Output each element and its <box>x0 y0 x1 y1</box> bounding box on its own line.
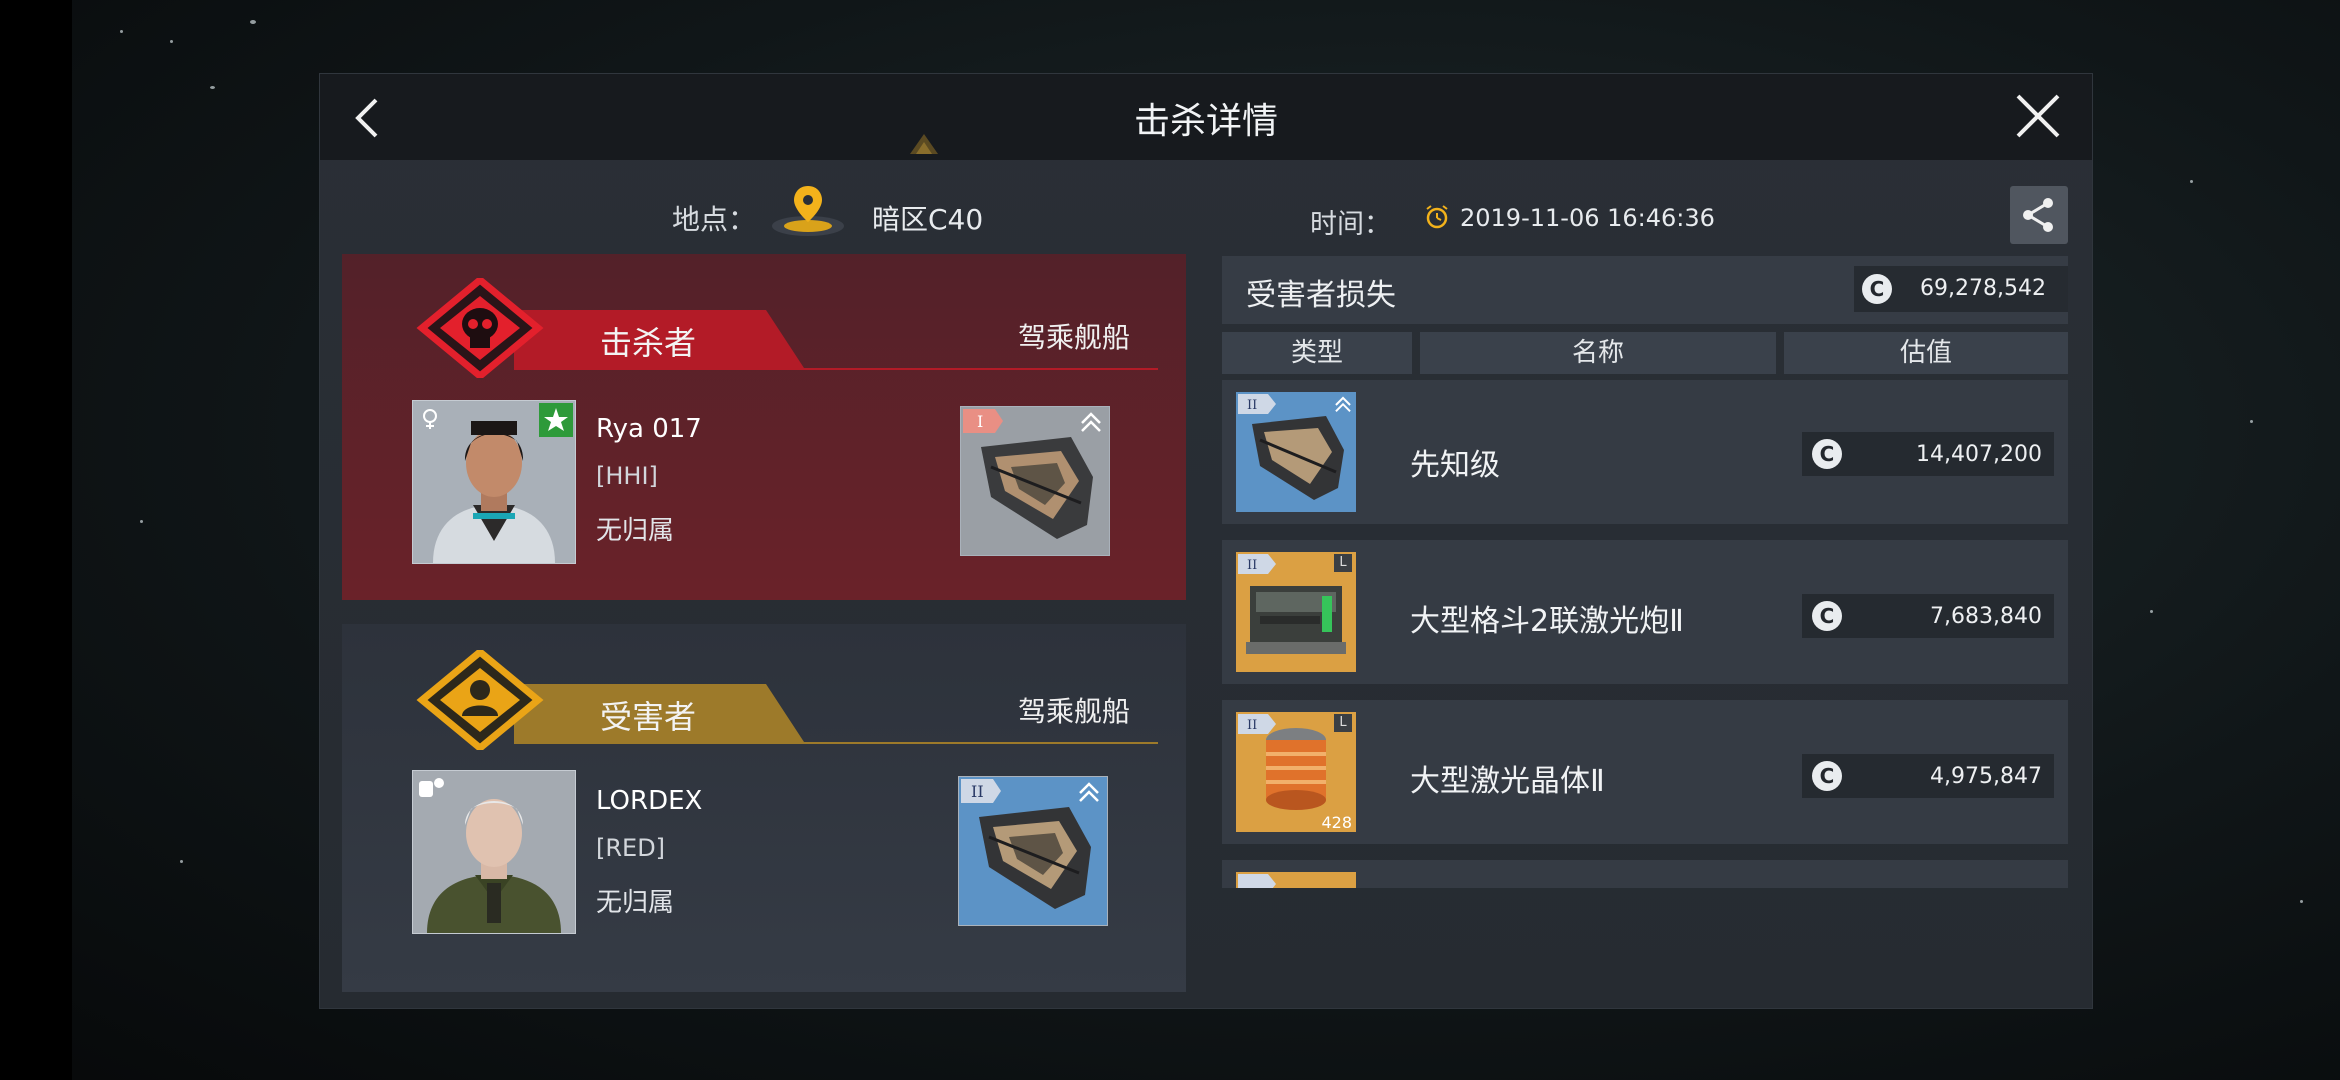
loss-item-row[interactable]: II L 428 大型激光晶体Ⅱ C 4,975,847 <box>1222 700 2068 844</box>
victim-alliance: 无归属 <box>596 888 675 918</box>
location-label: 地点： <box>672 203 757 236</box>
time-label: 时间： <box>1310 209 1391 240</box>
item-name: 大型激光晶体Ⅱ <box>1410 764 1605 799</box>
victim-corp: [RED] <box>596 834 666 862</box>
slot-badge: L <box>1334 554 1352 572</box>
item-quantity: 428 <box>1321 813 1352 832</box>
tier-badge: II <box>961 779 1001 803</box>
victim-avatar[interactable] <box>412 770 576 934</box>
loss-item-row[interactable]: II 先知级 C 14,407,200 <box>1222 380 2068 524</box>
svg-text:II: II <box>1247 558 1257 573</box>
time-value: 2019-11-06 16:46:36 <box>1460 204 1715 232</box>
item-name: 先知级 <box>1410 448 1500 483</box>
killer-card: 击杀者 驾乘舰船 Rya 017 [HHI] 无归属 I <box>342 254 1186 600</box>
star <box>140 520 143 523</box>
item-value-text: 7,683,840 <box>1930 604 2042 629</box>
chevron-up-rank-icon <box>1081 412 1101 432</box>
gender-icon <box>419 778 444 797</box>
title-bar: 击杀详情 <box>320 74 2092 160</box>
star <box>2150 610 2153 613</box>
svg-text:II: II <box>971 782 984 801</box>
item-value: C 14,407,200 <box>1802 432 2054 476</box>
star <box>2300 900 2303 903</box>
star <box>210 86 215 89</box>
screen-edge <box>0 0 72 1080</box>
faction-mark-icon <box>910 134 938 154</box>
close-icon <box>2016 94 2060 138</box>
star <box>180 860 183 863</box>
killer-name[interactable]: Rya 017 <box>596 414 702 444</box>
item-value: C 4,975,847 <box>1802 754 2054 798</box>
close-button[interactable] <box>2006 84 2070 148</box>
credit-coin-icon: C <box>1812 761 1842 791</box>
column-header-name[interactable]: 名称 <box>1420 332 1776 374</box>
person-emblem-icon <box>416 650 544 750</box>
tier-badge: II <box>1238 554 1276 574</box>
item-icon: II L 428 <box>1236 712 1356 832</box>
share-button[interactable] <box>2010 186 2068 244</box>
victim-ship-label: 驾乘舰船 <box>1018 695 1131 728</box>
chevron-up-rank-icon <box>1335 396 1351 412</box>
svg-text:II: II <box>1247 398 1257 413</box>
star <box>2190 180 2193 183</box>
killer-corp: [HHI] <box>596 462 658 490</box>
loss-summary: 受害者损失 C 69,278,542 <box>1222 256 2068 324</box>
star-badge-icon <box>539 403 573 437</box>
location-value: 暗区C40 <box>872 203 984 236</box>
item-icon: II <box>1236 392 1356 512</box>
killer-avatar[interactable] <box>412 400 576 564</box>
star <box>250 20 256 24</box>
svg-text:I: I <box>977 412 983 431</box>
skull-emblem-icon <box>416 278 544 378</box>
tier-badge: I <box>963 409 1003 433</box>
item-icon <box>1236 872 1356 888</box>
column-header-type[interactable]: 类型 <box>1222 332 1412 374</box>
killer-alliance: 无归属 <box>596 516 675 546</box>
page-title: 击杀详情 <box>1133 101 1278 142</box>
item-name: 大型格斗2联激光炮Ⅱ <box>1410 604 1684 639</box>
loss-total-value: 69,278,542 <box>1920 276 2046 301</box>
item-icon: II L <box>1236 552 1356 672</box>
loss-title: 受害者损失 <box>1246 278 1396 313</box>
killer-section-label: 击杀者 <box>600 324 697 362</box>
share-icon <box>2023 198 2053 232</box>
star <box>170 40 173 43</box>
star <box>2250 420 2253 423</box>
svg-text:II: II <box>1247 718 1257 733</box>
credit-coin-icon: C <box>1812 439 1842 469</box>
slot-badge: L <box>1334 714 1352 732</box>
loss-total: C 69,278,542 <box>1854 266 2068 312</box>
item-value: C 7,683,840 <box>1802 594 2054 638</box>
loss-item-list[interactable]: II 先知级 C 14,407,200 II L 大型格斗2联激光炮Ⅱ C 7,… <box>1222 380 2068 888</box>
tier-badge <box>1238 874 1276 888</box>
divider <box>514 742 1158 744</box>
divider <box>514 368 1158 370</box>
kill-detail-panel: 击杀详情 地点： 暗区C40 时间： 2019-11-06 16:46:36 击… <box>320 74 2092 1008</box>
gender-icon <box>423 409 437 429</box>
victim-section-label: 受害者 <box>600 698 697 736</box>
credit-coin-icon: C <box>1812 601 1842 631</box>
victim-name[interactable]: LORDEX <box>596 786 702 816</box>
killer-ship-icon[interactable]: I <box>960 406 1110 556</box>
victim-ship-icon[interactable]: II <box>958 776 1108 926</box>
loss-item-row[interactable] <box>1222 860 2068 888</box>
location-pin-icon <box>772 186 844 236</box>
tier-badge: II <box>1238 394 1276 414</box>
item-value-text: 14,407,200 <box>1916 442 2042 467</box>
chevron-up-rank-icon <box>1079 782 1099 802</box>
credit-coin-icon: C <box>1862 274 1892 304</box>
star <box>120 30 123 33</box>
item-value-text: 4,975,847 <box>1930 764 2042 789</box>
loss-item-row[interactable]: II L 大型格斗2联激光炮Ⅱ C 7,683,840 <box>1222 540 2068 684</box>
killer-ship-label: 驾乘舰船 <box>1018 321 1131 354</box>
victim-card: 受害者 驾乘舰船 LORDEX [RED] 无归属 II <box>342 624 1186 992</box>
tier-badge: II <box>1238 714 1276 734</box>
alarm-clock-icon <box>1426 205 1448 229</box>
column-header-value[interactable]: 估值 <box>1784 332 2068 374</box>
